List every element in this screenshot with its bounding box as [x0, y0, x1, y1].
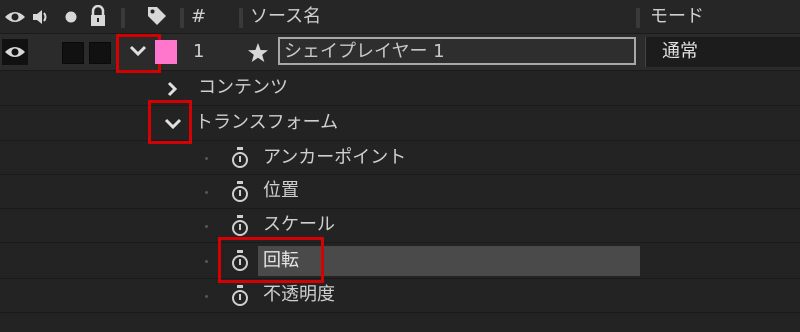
stopwatch-icon[interactable] [232, 147, 248, 168]
property-row-anchor-point[interactable]: アンカーポイント [0, 141, 800, 175]
layer-name-field[interactable]: シェイプレイヤー 1 [278, 37, 636, 65]
property-row-scale[interactable]: スケール [0, 209, 800, 243]
layer-visibility-toggle[interactable] [2, 39, 28, 65]
stopwatch-icon[interactable] [232, 285, 248, 306]
eye-icon [5, 47, 25, 57]
property-label: アンカーポイント [263, 147, 407, 168]
speaker-icon[interactable] [31, 7, 51, 27]
solo-icon[interactable] [65, 11, 77, 23]
column-separator[interactable] [180, 8, 184, 28]
blend-mode-value: 通常 [662, 41, 698, 62]
property-row-opacity[interactable]: 不透明度 [0, 279, 800, 313]
property-row-rotation[interactable]: 回転 [0, 237, 800, 283]
chevron-right-icon[interactable] [166, 81, 178, 97]
label-color-swatch[interactable] [155, 40, 177, 64]
contents-group-label: コンテンツ [198, 77, 288, 98]
property-label: 位置 [263, 180, 299, 201]
transform-group-row[interactable]: トランスフォーム [0, 100, 800, 144]
mode-column-header[interactable]: モード [650, 6, 704, 28]
solo-switch[interactable] [62, 42, 84, 64]
layer-row[interactable]: 1 シェイプレイヤー 1 通常 [0, 34, 800, 73]
property-dot [205, 191, 208, 194]
column-separator[interactable] [636, 8, 640, 28]
star-icon [248, 43, 268, 62]
transform-group-label: トランスフォーム [195, 112, 339, 133]
source-name-column-header[interactable]: ソース名 [250, 6, 321, 28]
highlight-box-expand-transform [148, 100, 192, 144]
property-dot [205, 260, 208, 263]
property-dot [205, 295, 208, 298]
property-row-position[interactable]: 位置 [0, 175, 800, 209]
eye-icon[interactable] [4, 9, 26, 25]
tag-icon[interactable] [146, 5, 168, 29]
layer-name: シェイプレイヤー 1 [284, 41, 445, 62]
stopwatch-icon[interactable] [232, 215, 248, 236]
contents-group-row[interactable]: コンテンツ [0, 71, 800, 106]
column-separator[interactable] [239, 8, 243, 28]
lock-icon[interactable] [89, 5, 107, 27]
column-separator[interactable] [121, 8, 125, 28]
number-column-header: # [191, 6, 207, 27]
property-dot [205, 157, 208, 160]
blend-mode-select[interactable]: 通常 [645, 37, 800, 67]
lock-switch[interactable] [89, 42, 111, 64]
column-header-row: # ソース名 モード [0, 0, 800, 34]
highlight-box-rotation [218, 237, 324, 283]
property-dot [205, 225, 208, 228]
stopwatch-icon[interactable] [232, 181, 248, 202]
layer-number: 1 [193, 41, 205, 62]
property-label: 不透明度 [263, 284, 335, 305]
property-label: スケール [263, 214, 335, 235]
empty-row [0, 313, 800, 332]
